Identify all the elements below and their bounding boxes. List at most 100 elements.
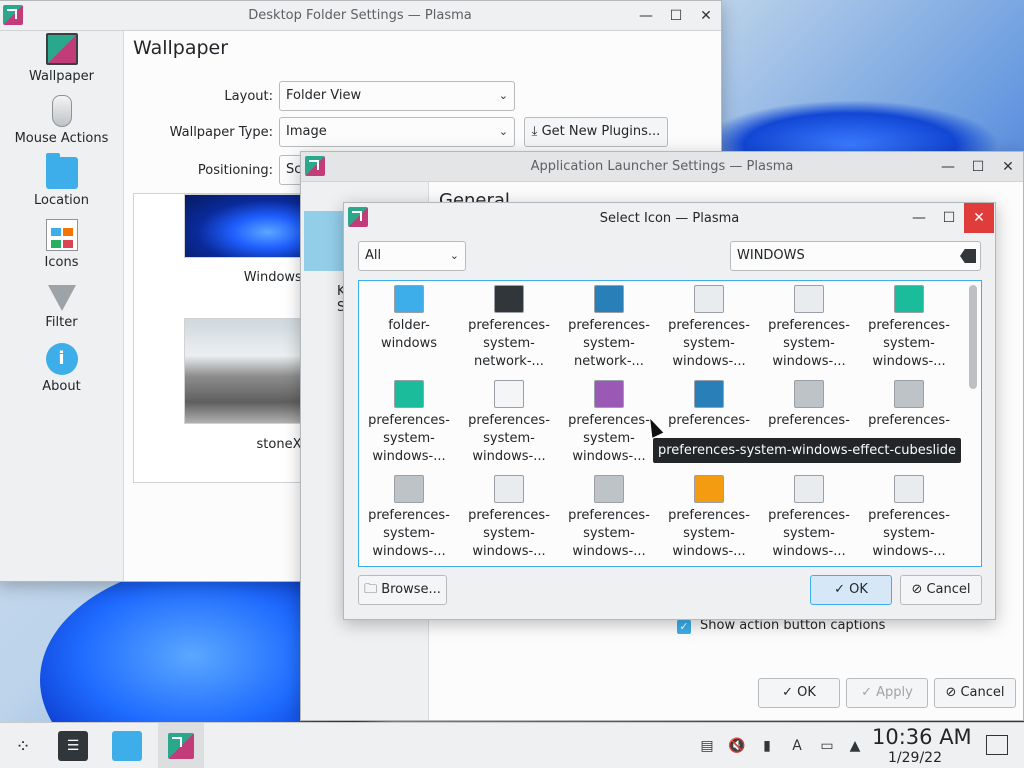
icon-grid-item[interactable]: preferences-system-windows-... [859,471,959,566]
icon-name-text: preferences- [668,508,750,523]
wallpaper-thumbnail[interactable] [184,318,302,424]
icon-name-text: preferences- [368,413,450,428]
icon-grid-item[interactable]: preferences-system-network-... [559,281,659,376]
taskbar-active-task[interactable] [158,723,204,768]
icon-name-text: system- [483,526,535,541]
chevron-down-icon: ⌄ [449,249,459,262]
preview-icon [794,285,824,313]
icon-name-text: windows [380,336,438,351]
clear-icon[interactable] [960,249,976,263]
preview-icon [694,475,724,503]
usb-device-icon[interactable]: ▮ [758,737,776,755]
sidebar: Wallpaper Mouse Actions Location Icons F… [0,31,124,581]
scrollbar[interactable] [969,285,977,389]
sidebar-item-filter[interactable]: Filter [0,279,124,341]
icon-name-text: system- [483,336,535,351]
preview-icon [594,380,624,408]
wallpaper-icon [45,33,78,65]
wallpaper-thumbnail[interactable] [184,194,302,258]
close-icon[interactable]: ✕ [691,1,721,31]
icon-name-text: network-... [474,354,544,369]
button-label: Apply [876,685,913,700]
minimize-icon[interactable]: — [933,152,963,182]
icon-name-text: windows-... [672,544,746,559]
icon-name-text: preferences- [868,508,950,523]
maximize-icon[interactable]: ☐ [963,152,993,182]
icon-name-text: network-... [574,354,644,369]
wallpaper-type-combo[interactable]: Image ⌄ [279,117,515,147]
icon-grid-item[interactable]: preferences-system-windows-... [659,281,759,376]
clock-date[interactable]: 1/29/22 [888,750,942,766]
preview-icon [794,475,824,503]
icon-grid-item[interactable]: preferences-system-windows-... [659,471,759,566]
layout-combo[interactable]: Folder View ⌄ [279,81,515,111]
search-input[interactable]: WINDOWS [730,241,981,271]
show-captions-checkbox[interactable]: ✓ [677,620,691,634]
icon-grid-item[interactable]: preferences-system-windows-... [359,376,459,471]
icon-grid-item[interactable]: folder-windows [359,281,459,376]
clock-time[interactable]: 10:36 AM [872,725,972,749]
chevron-up-icon[interactable]: ▲ [846,737,864,755]
cancel-icon: ⊘ [945,685,961,700]
check-icon: ✓ [834,582,850,597]
preview-icon [494,380,524,408]
icon-name-text: preferences- [568,508,650,523]
icon-name-text: system- [683,336,735,351]
clipboard-icon[interactable]: ▤ [698,737,716,755]
show-captions-label: Show action button captions [700,618,886,633]
icon-grid-item[interactable]: preferences-system-windows-... [759,281,859,376]
minimize-icon[interactable]: — [904,203,934,233]
icon-name-text: windows-... [772,544,846,559]
network-icon[interactable]: ▭ [818,737,836,755]
browse-button[interactable]: 🗀 Browse... [358,575,447,605]
close-icon[interactable]: ✕ [964,203,994,233]
titlebar: Select Icon — Plasma — ☐ ✕ [344,203,995,233]
sidebar-item-wallpaper[interactable]: Wallpaper [0,31,124,93]
icon-grid[interactable]: folder-windows preferences-system-network… [358,280,982,567]
icon-name-text: windows-... [872,544,946,559]
wallpaper-type-value: Image [286,124,327,139]
check-icon: ✓ [782,685,798,700]
window-title: Select Icon — Plasma [599,210,740,226]
icon-grid-item[interactable]: preferences-system-windows-... [459,471,559,566]
preview-icon [794,380,824,408]
icon-name-text: windows-... [372,544,446,559]
icon-grid-item[interactable]: preferences-system-windows-... [759,471,859,566]
icon-grid-item[interactable]: preferences-system-windows-... [559,376,659,471]
system-settings-icon[interactable]: ☰ [58,731,88,761]
ok-button[interactable]: ✓ OK [758,678,840,708]
sidebar-item-icons[interactable]: Icons [0,217,124,279]
sidebar-item-mouse-actions[interactable]: Mouse Actions [0,93,124,155]
icon-name-text: preferences- [768,413,850,428]
cancel-button[interactable]: ⊘ Cancel [934,678,1016,708]
icon-name-text: system- [783,336,835,351]
icon-name-text: system- [383,431,435,446]
wallpaper-gallery[interactable]: Windows 1 stoneX [133,193,303,483]
icon-grid-item[interactable]: preferences-system-windows-... [459,376,559,471]
file-manager-icon[interactable] [112,731,142,761]
button-label: Cancel [926,582,971,597]
maximize-icon[interactable]: ☐ [934,203,964,233]
maximize-icon[interactable]: ☐ [661,1,691,31]
category-value: All [365,248,382,263]
ok-button[interactable]: ✓ OK [810,575,892,605]
icon-grid-item[interactable]: preferences-system-windows-... [859,281,959,376]
get-new-plugins-button[interactable]: ⤓ Get New Plugins... [524,117,668,147]
thumbnail-label: stoneX [256,437,302,452]
icon-grid-item[interactable]: preferences-system-windows-... [559,471,659,566]
minimize-icon[interactable]: — [631,1,661,31]
app-launcher-icon[interactable]: ⁘ [8,731,38,761]
cancel-button[interactable]: ⊘ Cancel [900,575,982,605]
icon-name-text: preferences- [768,318,850,333]
volume-muted-icon[interactable]: 🔇 [728,737,746,755]
apply-button[interactable]: ✓ Apply [846,678,928,708]
sidebar-item-about[interactable]: i About [0,341,124,403]
keyboard-layout-icon[interactable]: A [788,737,806,755]
close-icon[interactable]: ✕ [993,152,1023,182]
sidebar-item-location[interactable]: Location [0,153,124,217]
icon-grid-item[interactable]: preferences-system-network-... [459,281,559,376]
show-desktop-icon[interactable] [986,735,1008,755]
category-combo[interactable]: All ⌄ [358,241,466,271]
info-icon: i [45,343,78,375]
icon-grid-item[interactable]: preferences-system-windows-... [359,471,459,566]
